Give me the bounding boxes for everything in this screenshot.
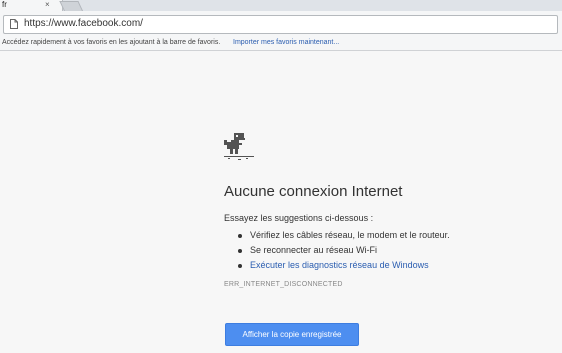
tab-title: fr — [2, 0, 7, 9]
import-bookmarks-link[interactable]: Importer mes favoris maintenant... — [233, 38, 339, 48]
tab-close-icon[interactable]: × — [45, 0, 50, 10]
page-icon — [10, 19, 18, 29]
tab-strip: fr × — [0, 0, 562, 11]
suggestion-reconnect-wifi: Se reconnecter au réseau Wi-Fi — [238, 243, 450, 258]
address-bar[interactable]: https://www.facebook.com/ — [3, 15, 558, 34]
suggestion-check-cables: Vérifiez les câbles réseau, le modem et … — [238, 228, 450, 243]
show-saved-copy-button[interactable]: Afficher la copie enregistrée — [225, 323, 359, 346]
suggestions-list: Vérifiez les câbles réseau, le modem et … — [238, 228, 450, 273]
browser-tab[interactable]: fr × — [0, 0, 63, 11]
error-title: Aucune connexion Internet — [224, 183, 403, 200]
browser-toolbar: https://www.facebook.com/ — [0, 11, 562, 37]
bookmarks-bar: Accédez rapidement à vos favoris en les … — [0, 36, 562, 51]
url-text[interactable]: https://www.facebook.com/ — [24, 18, 143, 30]
bookmarks-hint: Accédez rapidement à vos favoris en les … — [2, 39, 221, 46]
run-diagnostics-link[interactable]: Exécuter les diagnostics réseau de Windo… — [238, 258, 450, 273]
new-tab-button[interactable] — [59, 1, 83, 11]
error-code: ERR_INTERNET_DISCONNECTED — [224, 281, 343, 288]
suggestions-intro: Essayez les suggestions ci-dessous : — [224, 213, 374, 223]
offline-dinosaur-icon — [224, 133, 254, 160]
